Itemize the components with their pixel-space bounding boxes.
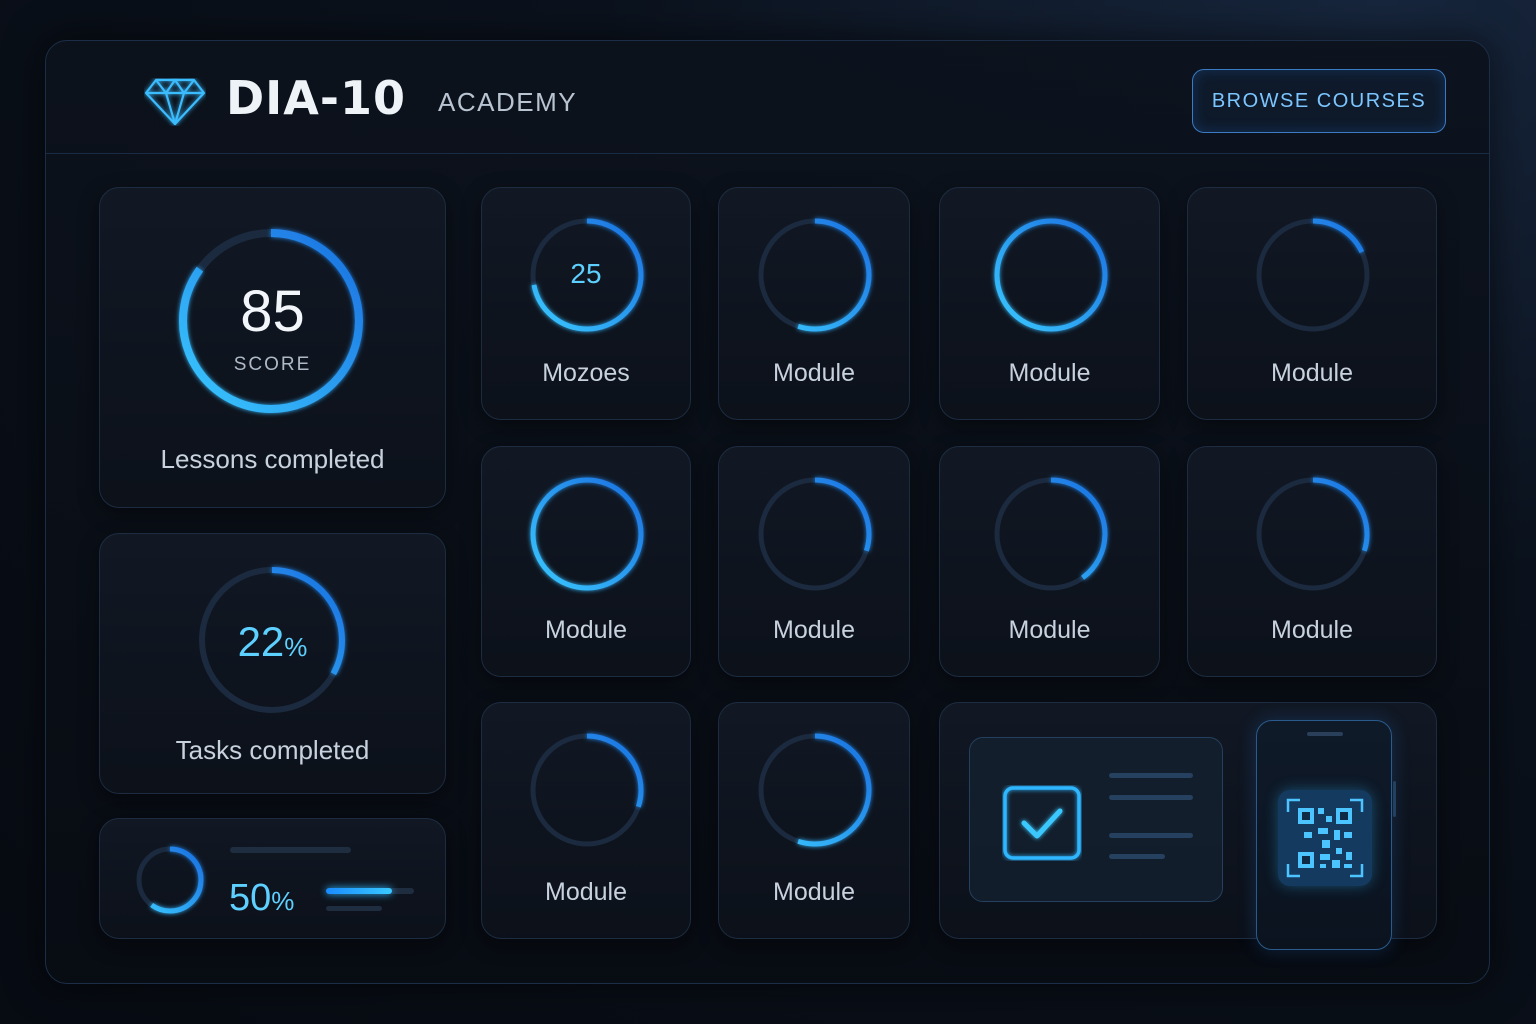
ring-progress-arc [530, 477, 644, 591]
checkbox-checked-icon [1003, 786, 1081, 860]
module-card[interactable]: Module [939, 446, 1160, 677]
ring-progress-arc [994, 218, 1107, 332]
module-card[interactable]: Module [481, 702, 691, 939]
diamond-icon [144, 78, 206, 126]
checklist-panel [969, 737, 1223, 902]
mini-progress-track [326, 888, 414, 894]
module-label: Module [1271, 359, 1353, 387]
module-progress-ring [1256, 477, 1370, 591]
mini-progress-fill [326, 888, 392, 894]
tasks-completed-label: Tasks completed [175, 735, 370, 765]
lessons-completed-label: Lessons completed [160, 444, 385, 474]
checklist-line [1109, 833, 1193, 838]
module-progress-ring [758, 218, 872, 332]
mini-value: 50% [229, 877, 294, 920]
module-card[interactable]: Module [1187, 187, 1437, 420]
tasks-card[interactable]: 22% Tasks completed [99, 533, 446, 794]
module-progress-ring [530, 477, 644, 591]
module-card[interactable]: Module [718, 187, 910, 420]
module-label: Module [545, 616, 627, 644]
module-value: 25 [570, 258, 602, 289]
module-label: Module [773, 616, 855, 644]
module-progress-ring [530, 733, 644, 847]
module-progress-ring [758, 477, 872, 591]
app-header: DIA-10 ACADEMY BROWSE COURSES [46, 41, 1489, 154]
tasks-percent-number: 22 [237, 618, 285, 665]
module-card[interactable]: Module [718, 702, 910, 939]
checklist-line [1109, 854, 1165, 859]
module-progress-ring [1256, 218, 1370, 332]
progress-mini-card[interactable]: 50% [99, 818, 446, 939]
tasks-value: 22% [100, 618, 445, 666]
score-value: 85 [240, 279, 305, 344]
module-label: Mozoes [542, 359, 630, 387]
qr-code-icon [1286, 798, 1364, 878]
smartphone-icon [1256, 720, 1396, 950]
brand-title: DIA-10 [226, 71, 407, 125]
module-card[interactable]: Module [939, 187, 1160, 420]
module-card[interactable]: Module [481, 446, 691, 677]
checklist-line [1109, 795, 1193, 800]
module-progress-ring [758, 733, 872, 847]
score-card[interactable]: 85 SCORE Lessons completed [99, 187, 446, 508]
mini-percent-number: 50 [229, 877, 272, 919]
mini-placeholder-line-2 [326, 906, 382, 911]
module-progress-ring [994, 218, 1107, 332]
module-label: Module [1008, 616, 1091, 644]
module-label: Module [773, 878, 855, 906]
checklist-line [1109, 773, 1193, 778]
module-card[interactable]: Module [718, 446, 910, 677]
qr-tile [1278, 790, 1372, 886]
score-caption: SCORE [233, 354, 312, 375]
tasks-percent-unit: % [284, 632, 308, 662]
browse-courses-button[interactable]: BROWSE COURSES [1192, 69, 1446, 133]
module-card[interactable]: 25 Mozoes [481, 187, 691, 420]
mini-ring [136, 846, 204, 914]
module-label: Module [545, 878, 627, 906]
module-label: Module [1008, 359, 1091, 387]
module-label: Module [1271, 616, 1353, 644]
module-card[interactable]: Module [1187, 446, 1437, 677]
mini-placeholder-line [230, 847, 351, 853]
phone-side-button [1393, 781, 1396, 817]
module-progress-ring [994, 477, 1107, 591]
mini-percent-unit: % [271, 886, 295, 916]
brand-subtitle: ACADEMY [438, 87, 578, 117]
module-label: Module [773, 359, 855, 387]
phone-speaker [1307, 732, 1343, 736]
